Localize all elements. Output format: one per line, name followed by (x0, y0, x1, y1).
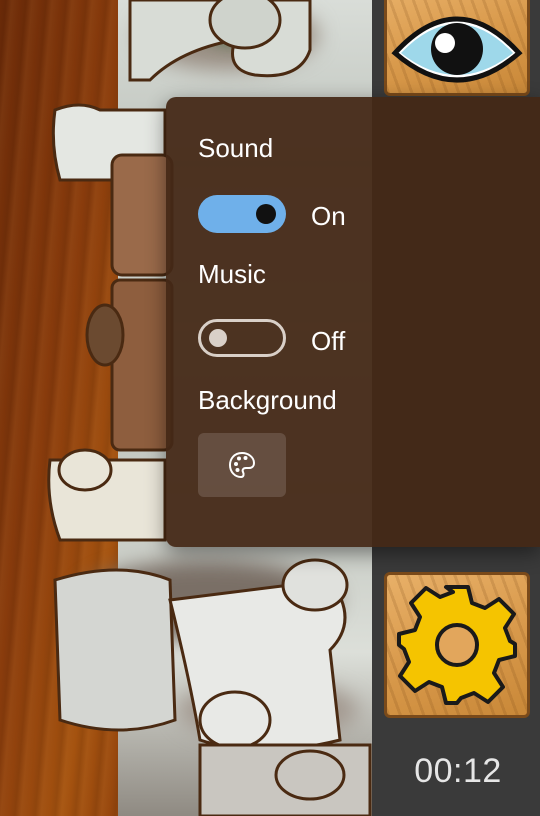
background-picker-button[interactable] (198, 433, 286, 497)
music-label: Music (198, 259, 266, 289)
settings-button[interactable] (384, 572, 530, 718)
puzzle-piece-knob (85, 303, 125, 367)
puzzle-piece (110, 153, 174, 277)
puzzle-piece-knob (281, 558, 349, 612)
eye-icon (391, 16, 523, 83)
background-label: Background (198, 385, 337, 415)
toggle-knob (256, 204, 276, 224)
sound-state-label: On (311, 201, 346, 231)
gear-icon (397, 585, 517, 705)
palette-icon (228, 451, 256, 479)
toggle-knob (209, 329, 227, 347)
puzzle-piece-knob (198, 690, 272, 750)
puzzle-piece (110, 278, 174, 452)
sound-toggle[interactable] (198, 195, 286, 233)
puzzle-piece-knob (57, 448, 113, 492)
preview-image-button[interactable] (384, 0, 530, 96)
music-toggle[interactable] (198, 319, 286, 357)
puzzle-piece-knob (208, 0, 282, 50)
settings-panel: Sound On Music Off Background (166, 97, 540, 547)
music-state-label: Off (311, 326, 346, 356)
puzzle-piece (53, 568, 177, 732)
elapsed-timer: 00:12 (414, 752, 502, 790)
puzzle-piece-knob (274, 749, 346, 801)
sound-label: Sound (198, 133, 274, 163)
